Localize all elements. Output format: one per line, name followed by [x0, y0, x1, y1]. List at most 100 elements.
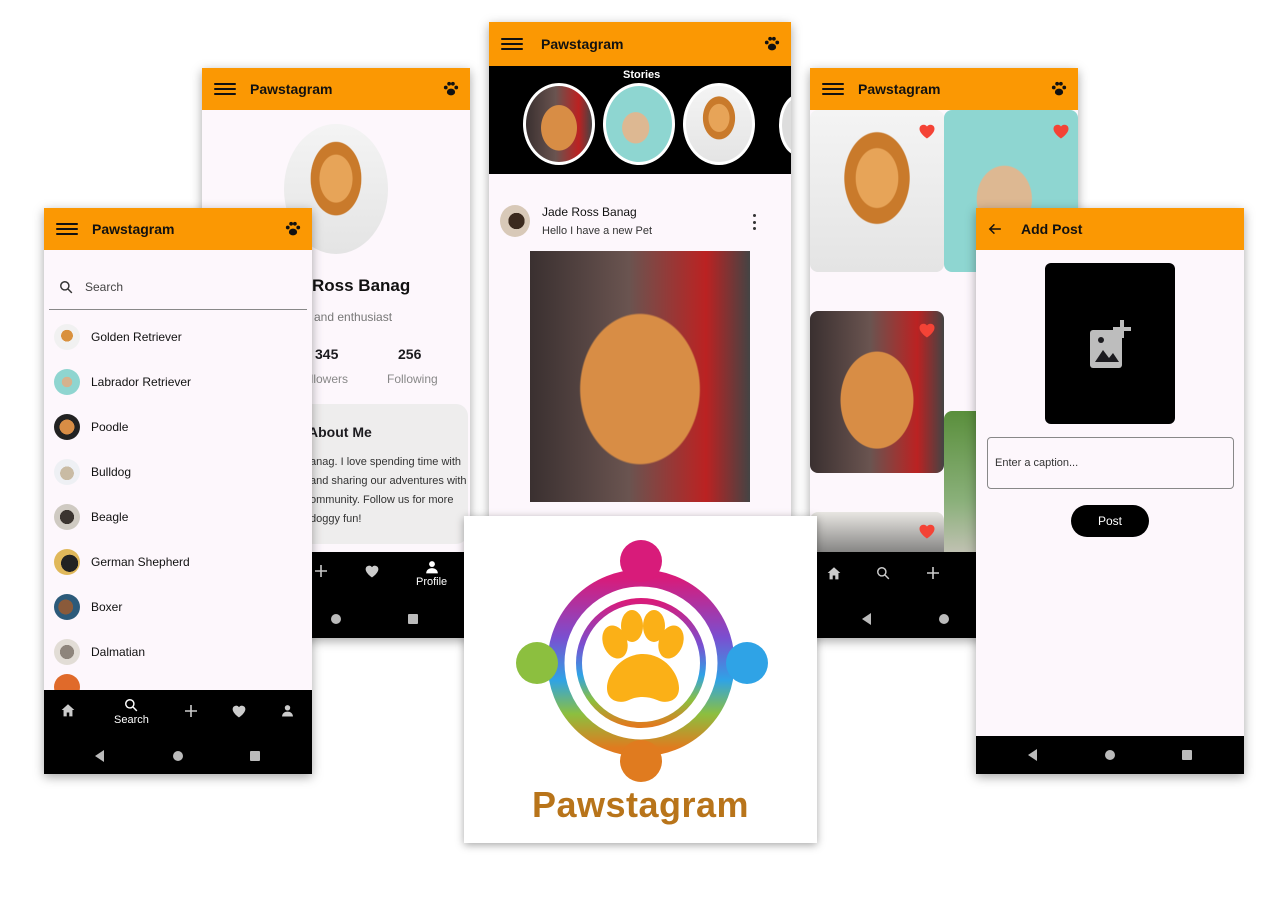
breed-name: Boxer	[91, 599, 123, 614]
system-home-button[interactable]	[939, 614, 949, 624]
caption-placeholder: Enter a caption...	[995, 457, 1079, 469]
app-bar: Pawstagram	[44, 208, 312, 250]
post-caption: Hello I have a new Pet	[542, 225, 653, 237]
about-line: doggy fun!	[310, 513, 362, 525]
heart-icon[interactable]	[364, 564, 380, 583]
search-tab-label: Search	[114, 714, 149, 726]
heart-icon[interactable]	[231, 704, 247, 718]
system-home-button[interactable]	[1105, 750, 1115, 760]
system-nav	[976, 736, 1244, 774]
add-icon[interactable]	[314, 564, 328, 583]
breed-avatar	[54, 323, 80, 350]
list-item[interactable]: Poodle	[44, 404, 312, 449]
paw-icon	[285, 221, 301, 236]
about-line: ommunity. Follow us for more	[310, 494, 454, 506]
more-options-icon[interactable]	[753, 214, 757, 230]
breed-name: Beagle	[91, 509, 129, 524]
feed-screen: Pawstagram Stories Jade Ross Banag Hello…	[489, 22, 791, 522]
list-item[interactable]: Labrador Retriever	[44, 359, 312, 404]
add-icon[interactable]	[926, 566, 940, 580]
system-back-button[interactable]	[95, 750, 104, 762]
system-home-button[interactable]	[331, 614, 341, 624]
app-title: Pawstagram	[541, 36, 624, 52]
breed-name: Bulldog	[91, 464, 132, 479]
followers-count: 345	[315, 346, 339, 362]
profile-tab[interactable]: Profile	[416, 560, 447, 588]
paw-icon	[764, 36, 780, 51]
about-line: and sharing our adventures with	[310, 475, 467, 487]
breed-name: Dalmatian	[91, 644, 146, 659]
bottom-nav: Search	[44, 690, 312, 774]
post-image[interactable]	[530, 251, 750, 502]
menu-icon[interactable]	[501, 36, 523, 52]
system-recents-button[interactable]	[1182, 750, 1192, 760]
system-back-button[interactable]	[862, 613, 871, 625]
breed-avatar	[54, 458, 80, 485]
app-title: Pawstagram	[858, 81, 941, 97]
breed-avatar	[54, 638, 80, 665]
screen-title: Add Post	[1021, 221, 1083, 237]
system-recents-button[interactable]	[408, 614, 418, 624]
breed-name: German Shepherd	[91, 554, 190, 569]
search-field[interactable]: Search	[49, 264, 307, 310]
menu-icon[interactable]	[214, 81, 236, 97]
breed-name: Golden Retriever	[91, 329, 182, 344]
menu-icon[interactable]	[822, 81, 844, 97]
profile-icon[interactable]	[281, 704, 294, 717]
system-recents-button[interactable]	[250, 751, 260, 761]
story-avatar[interactable]	[603, 83, 675, 165]
menu-icon[interactable]	[56, 221, 78, 237]
post-button[interactable]: Post	[1071, 505, 1149, 537]
profile-icon	[425, 561, 438, 574]
logo-card: Pawstagram	[464, 516, 817, 843]
image-picker[interactable]	[1045, 263, 1175, 424]
search-icon[interactable]	[876, 566, 890, 580]
breed-avatar	[54, 548, 80, 575]
add-post-screen: Add Post Enter a caption... Post	[976, 208, 1244, 774]
app-bar: Pawstagram	[202, 68, 470, 110]
breed-list: Golden Retriever Labrador Retriever Pood…	[44, 314, 312, 700]
favorite-heart-icon[interactable]	[918, 122, 936, 140]
search-icon	[125, 699, 138, 712]
stories-label: Stories	[623, 69, 661, 81]
breed-avatar	[54, 593, 80, 620]
system-back-button[interactable]	[1028, 749, 1037, 761]
app-title: Pawstagram	[92, 221, 175, 237]
breed-avatar	[54, 503, 80, 530]
favorite-heart-icon[interactable]	[918, 522, 936, 540]
post-author-avatar[interactable]	[500, 205, 530, 237]
about-title: About Me	[308, 424, 372, 440]
breed-avatar	[54, 413, 80, 440]
app-bar: Pawstagram	[810, 68, 1078, 110]
breed-name: Labrador Retriever	[91, 374, 192, 389]
breed-avatar	[54, 368, 80, 395]
profile-tab-label: Profile	[416, 576, 448, 588]
paw-icon	[1051, 81, 1067, 96]
breed-name: Poodle	[91, 419, 129, 434]
search-input[interactable]: Search	[85, 280, 123, 294]
story-avatar[interactable]	[523, 83, 595, 165]
search-tab[interactable]: Search	[114, 698, 149, 726]
back-arrow-icon[interactable]	[988, 222, 1002, 236]
stories-bar: Stories	[489, 66, 791, 174]
list-item[interactable]: Dalmatian	[44, 629, 312, 674]
list-item[interactable]: German Shepherd	[44, 539, 312, 584]
favorite-heart-icon[interactable]	[918, 321, 936, 339]
following-label: Following	[387, 372, 438, 386]
system-home-button[interactable]	[173, 751, 183, 761]
list-item[interactable]: Boxer	[44, 584, 312, 629]
post-author-name[interactable]: Jade Ross Banag	[542, 205, 637, 219]
caption-input[interactable]: Enter a caption...	[987, 437, 1234, 489]
list-item[interactable]: Bulldog	[44, 449, 312, 494]
story-avatar[interactable]	[683, 83, 755, 165]
app-bar: Add Post	[976, 208, 1244, 250]
list-item[interactable]: Beagle	[44, 494, 312, 539]
home-icon[interactable]	[826, 566, 842, 580]
story-avatar[interactable]	[779, 94, 791, 156]
logo-wordmark: Pawstagram	[531, 784, 750, 825]
list-item[interactable]: Golden Retriever	[44, 314, 312, 359]
home-icon[interactable]	[60, 703, 76, 717]
profile-name: Ross Banag	[312, 276, 411, 295]
favorite-heart-icon[interactable]	[1052, 122, 1070, 140]
add-icon[interactable]	[184, 704, 198, 718]
